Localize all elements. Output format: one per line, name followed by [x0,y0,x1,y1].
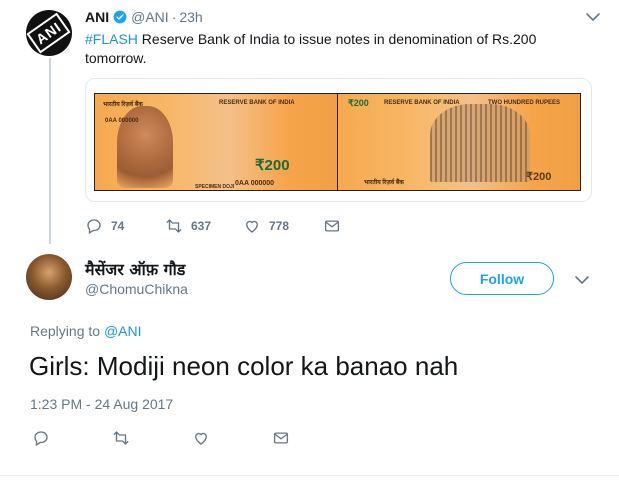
reply-button[interactable]: 74 [85,217,165,235]
avatar[interactable] [26,254,72,300]
ani-logo: ANI [26,12,72,54]
replying-to: Replying to @ANI [30,323,142,339]
retweet-button[interactable]: 637 [165,217,243,235]
reply-icon [34,431,48,446]
author-name[interactable]: ANI [85,9,109,25]
reply-count: 74 [111,219,125,233]
retweet-icon [113,431,129,445]
follow-button[interactable]: Follow [450,262,554,295]
replying-to-link[interactable]: @ANI [104,323,142,339]
note-hindi-title: भारतीय रिज़र्व बैंक [103,102,143,108]
reply-icon [87,219,101,234]
verified-badge-icon [113,10,127,24]
chevron-down-icon[interactable] [585,10,601,24]
author-handle[interactable]: @ChomuChikna [85,281,188,297]
banknote-front: भारतीय रिज़र्व बैंक RESERVE BANK OF INDI… [95,94,337,190]
tweet-header: ANI @ANI · 23h [85,9,203,25]
hashtag-link[interactable]: #FLASH [85,31,138,47]
message-button[interactable] [323,217,349,235]
back-corner-value: ₹200 [526,171,552,183]
retweet-count: 637 [191,219,212,233]
note-serial-top: 0AA 000000 [105,118,139,124]
tweet-timestamp[interactable]: 1:23 PM - 24 Aug 2017 [30,396,173,412]
avatar[interactable]: ANI [26,10,72,56]
separator-dot: · [171,9,177,25]
note-value: ₹200 [255,157,290,174]
divider [0,475,619,476]
parent-tweet[interactable]: ANI ANI @ANI · 23h #FLASH Reserve Bank o… [0,0,619,245]
heart-icon [246,220,258,233]
back-value: ₹200 [348,98,369,108]
retweet-icon [166,219,182,233]
like-button[interactable]: 778 [243,217,323,235]
tweet-text: #FLASH Reserve Bank of India to issue no… [85,30,595,68]
back-words: TWO HUNDRED RUPEES [488,100,561,106]
media-image[interactable]: भारतीय रिज़र्व बैंक RESERVE BANK OF INDI… [85,78,592,202]
banknote-back: ₹200 RESERVE BANK OF INDIA TWO HUNDRED R… [337,94,580,190]
message-button[interactable] [272,429,290,452]
note-english-title: RESERVE BANK OF INDIA [219,100,295,106]
author-handle[interactable]: @ANI [131,9,169,25]
heart-icon [195,432,207,445]
envelope-icon [273,432,289,444]
tweet-text: Girls: Modiji neon color ka banao nah [29,351,459,381]
back-slogan: भारतीय रिज़र्व बैंक [364,180,404,186]
chevron-down-icon[interactable] [574,273,590,287]
back-header: RESERVE BANK OF INDIA [384,100,460,106]
tweet-body: Reserve Bank of India to issue notes in … [85,31,537,66]
author-name[interactable]: मैसेंजर ऑफ़ गौड [85,258,185,280]
replying-prefix: Replying to [30,323,104,339]
like-count: 778 [269,219,290,233]
tweet-actions: 74 637 778 [85,217,349,235]
tweet-time[interactable]: 23h [179,9,202,25]
monument-image [430,104,530,182]
note-serial-bottom: 0AA 000000 [235,180,275,187]
reply-button[interactable] [32,429,112,452]
note-signature: SPECIMEN DOJI [195,184,235,190]
tweet-actions [32,429,290,452]
envelope-icon [324,220,340,232]
like-button[interactable] [192,429,272,452]
banknote-image: भारतीय रिज़र्व बैंक RESERVE BANK OF INDI… [94,93,581,191]
retweet-button[interactable] [112,429,192,452]
